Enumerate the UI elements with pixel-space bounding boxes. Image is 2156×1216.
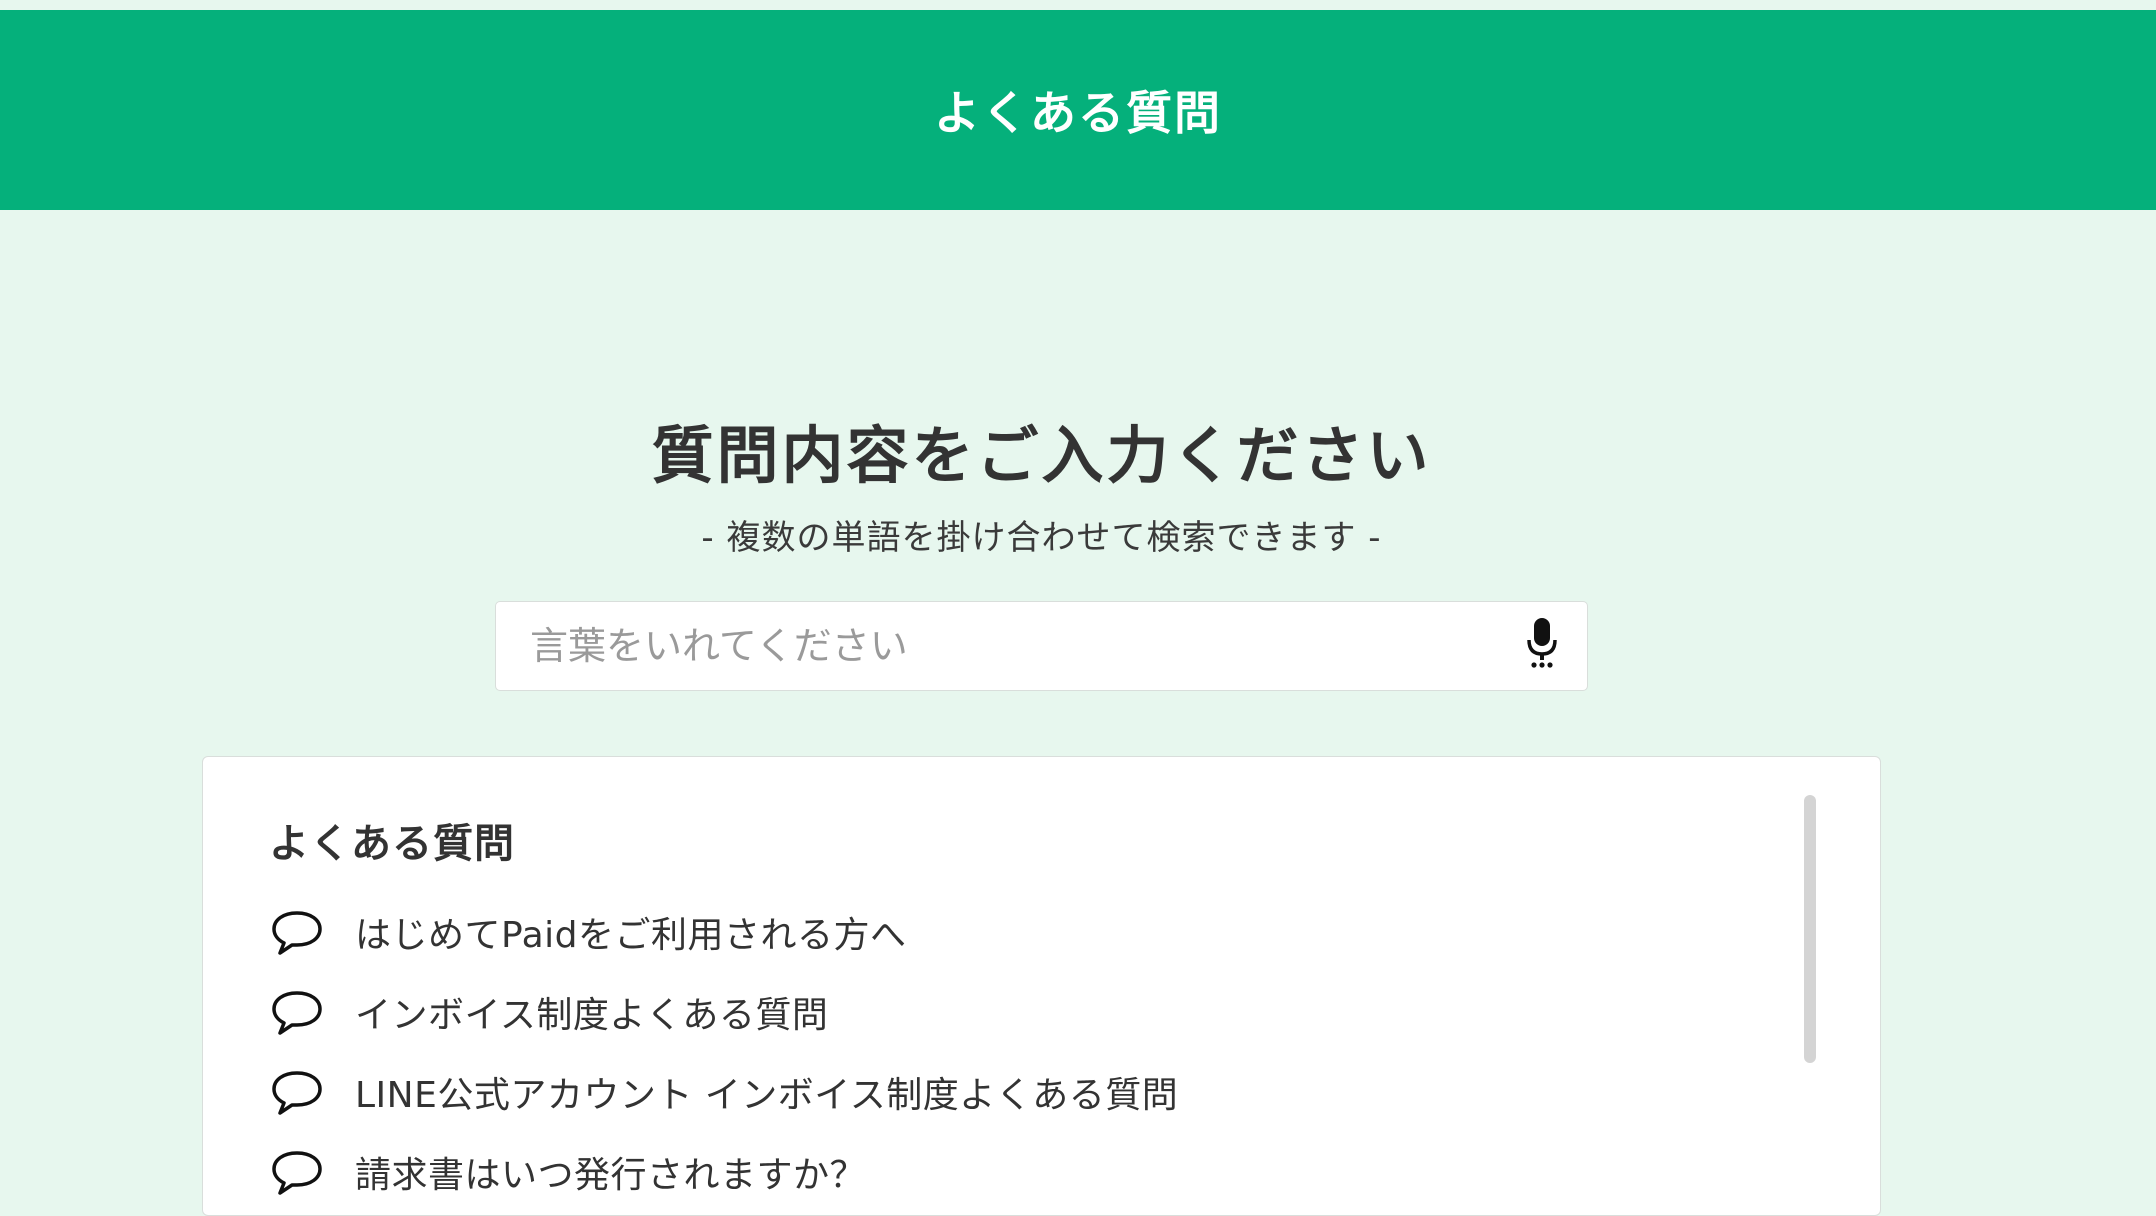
- faq-item[interactable]: LINE公式アカウント インボイス制度よくある質問: [269, 1052, 1178, 1132]
- speech-bubble-icon: [269, 907, 325, 957]
- faq-scrollbar[interactable]: [1804, 795, 1816, 1063]
- speech-bubble-icon: [269, 987, 325, 1037]
- faq-item-label: インボイス制度よくある質問: [355, 995, 829, 1036]
- faq-item-label: 請求書はいつ発行されますか？: [355, 1155, 867, 1196]
- header-title: よくある質問: [934, 86, 1222, 140]
- search-input[interactable]: [496, 602, 1497, 690]
- faq-heading: よくある質問: [269, 821, 515, 867]
- faq-item[interactable]: 請求書はいつ発行されますか？: [269, 1132, 1178, 1212]
- faq-item[interactable]: インボイス制度よくある質問: [269, 972, 1178, 1052]
- page-header: よくある質問: [0, 10, 2156, 210]
- speech-bubble-icon: [269, 1067, 325, 1117]
- hero-title: 質問内容をご入力ください: [651, 419, 1432, 492]
- faq-card: よくある質問 はじめてPaidをご利用される方へ インボイス制度よくある質問 L…: [202, 756, 1881, 1216]
- faq-item-label: LINE公式アカウント インボイス制度よくある質問: [355, 1075, 1179, 1116]
- faq-item-label: はじめてPaidをご利用される方へ: [355, 915, 907, 956]
- faq-list: はじめてPaidをご利用される方へ インボイス制度よくある質問 LINE公式アカ…: [269, 892, 1178, 1212]
- speech-bubble-icon: [269, 1147, 325, 1197]
- hero-subtitle: - 複数の単語を掛け合わせて検索できます -: [701, 518, 1382, 558]
- microphone-icon: [1525, 618, 1559, 674]
- voice-search-button[interactable]: [1497, 601, 1587, 691]
- faq-item[interactable]: はじめてPaidをご利用される方へ: [269, 892, 1178, 972]
- top-strip: [0, 0, 2156, 10]
- search-box: [495, 601, 1588, 691]
